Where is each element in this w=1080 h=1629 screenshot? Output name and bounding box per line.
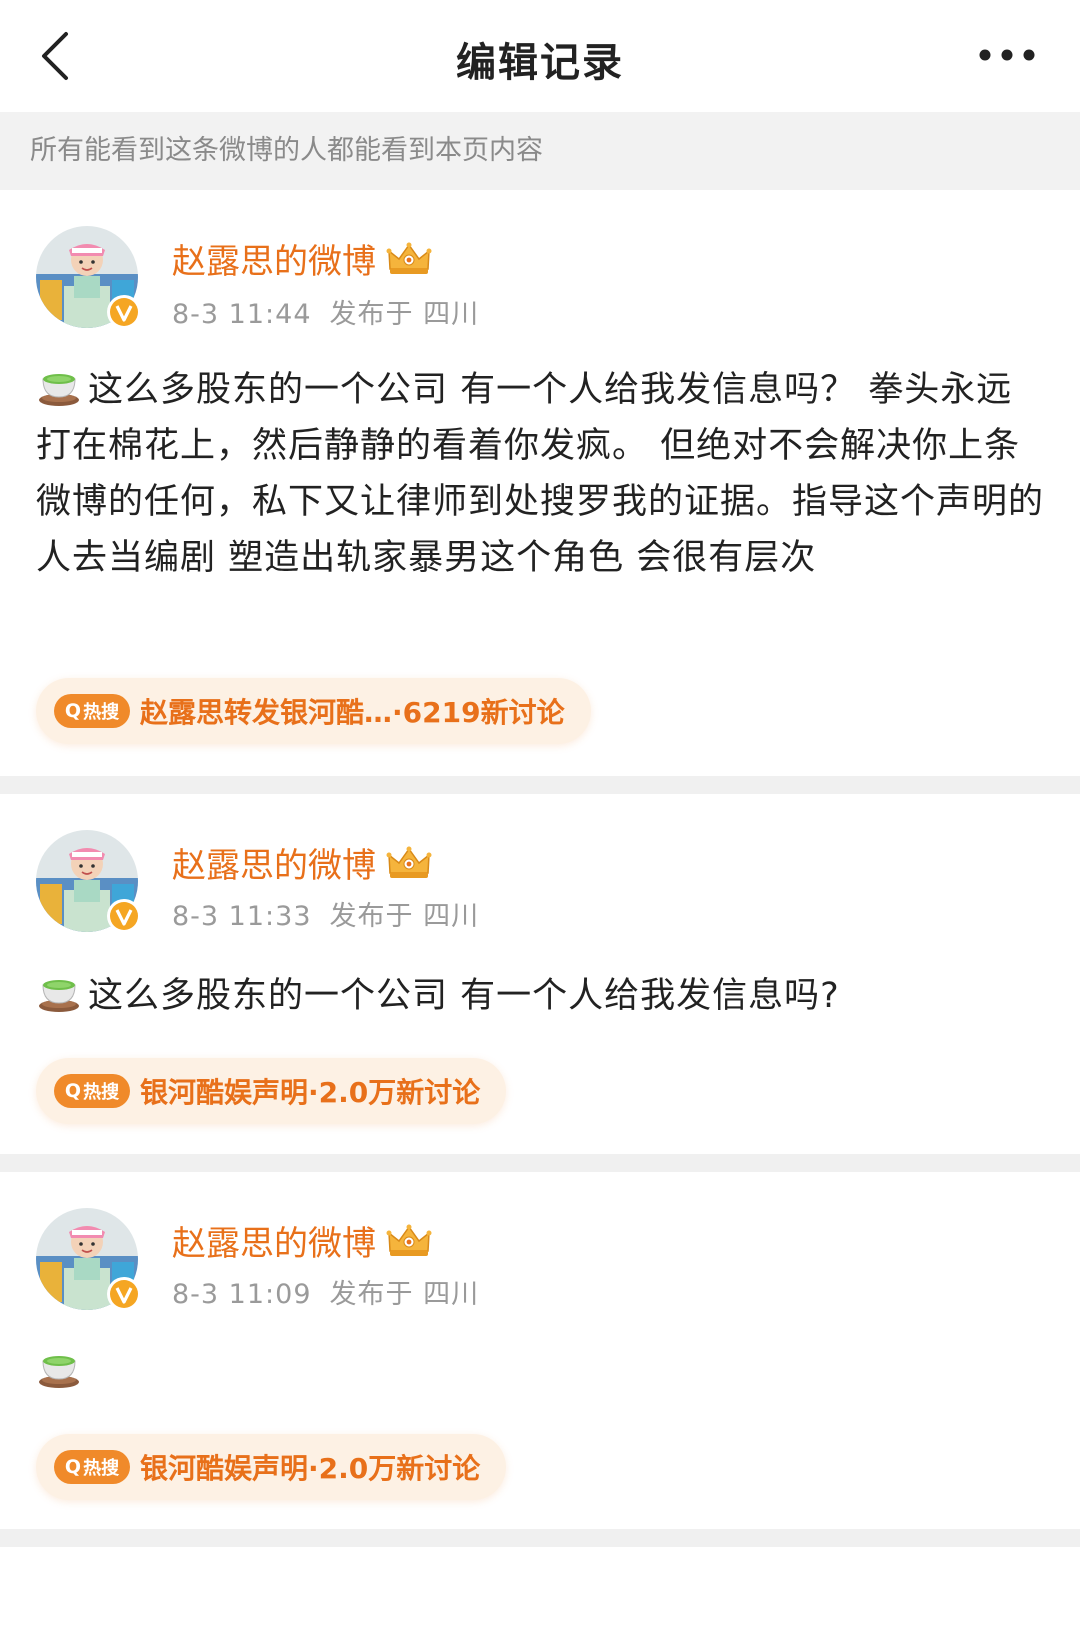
more-horizontal-icon [979,49,1035,61]
username-label: 赵露思的微博 [172,1224,376,1264]
hot-search-badge: Q 热搜 [54,1450,130,1484]
more-button[interactable] [962,30,1052,80]
username[interactable]: 赵露思的微博 [172,1216,432,1265]
post-body: 这么多股东的一个公司 有一个人给我发信息吗？ 拳头永远打在棉花上，然后静静的看着… [36,370,1045,578]
entry-separator [0,776,1080,794]
hot-topic: 银河酷娱声明 [140,1076,309,1109]
post-meta: 8-3 11:33 发布于 四川 [172,894,479,933]
page-title: 编辑记录 [456,40,624,86]
visibility-notice: 所有能看到这条微博的人都能看到本页内容 [0,112,1080,190]
verified-badge-icon [106,898,142,934]
post-meta: 8-3 11:44 发布于 四川 [172,292,479,331]
hot-discussion-count: ·6219新讨论 [392,696,565,729]
hot-search-badge: Q 热搜 [54,694,130,728]
avatar[interactable] [36,1208,138,1310]
tea-icon [36,363,82,409]
hot-badge-label: 热搜 [83,702,120,723]
hot-search-badge: Q 热搜 [54,1074,130,1108]
crown-icon [386,1223,432,1259]
post-time: 8-3 11:44 [172,299,312,330]
edit-record-entry: 赵露思的微博 8-3 11:44 发布于 四川 这么多股东的一个公司 有一个人给我… [0,190,1080,776]
search-icon: Q [64,1456,82,1478]
post-body: 这么多股东的一个公司 有一个人给我发信息吗? [88,976,840,1016]
hot-search-chip[interactable]: Q 热搜 赵露思转发银河酷… ·6219新讨论 [36,678,591,744]
hot-search-chip[interactable]: Q 热搜 银河酷娱声明 ·2.0万新讨论 [36,1434,507,1500]
post-text: 这么多股东的一个公司 有一个人给我发信息吗? [36,968,1046,1024]
post-meta: 8-3 11:09 发布于 四川 [172,1272,479,1311]
avatar[interactable] [36,226,138,328]
hot-discussion-count: ·2.0万新讨论 [308,1452,481,1485]
entry-separator [0,1529,1080,1547]
crown-icon [386,845,432,881]
tea-icon [36,969,82,1015]
post-text: 这么多股东的一个公司 有一个人给我发信息吗？ 拳头永远打在棉花上，然后静静的看着… [36,362,1046,586]
username[interactable]: 赵露思的微博 [172,234,432,283]
edit-record-entry: 赵露思的微博 8-3 11:33 发布于 四川 这么多股东的一个公司 有一个人给我… [0,794,1080,1154]
crown-icon [386,241,432,277]
username[interactable]: 赵露思的微博 [172,838,432,887]
post-text [36,1344,1046,1400]
hot-discussion-count: ·2.0万新讨论 [308,1076,481,1109]
search-icon: Q [64,700,82,722]
hot-topic: 银河酷娱声明 [140,1452,309,1485]
top-navbar: 编辑记录 [0,0,1080,112]
search-icon: Q [64,1080,82,1102]
post-location: 发布于 四川 [329,1279,480,1310]
verified-badge-icon [106,1276,142,1312]
verified-badge-icon [106,294,142,330]
hot-badge-label: 热搜 [83,1458,120,1479]
avatar[interactable] [36,830,138,932]
hot-topic: 赵露思转发银河酷… [140,696,393,729]
post-location: 发布于 四川 [329,299,480,330]
edit-record-entry: 赵露思的微博 8-3 11:09 发布于 四川 Q 热搜 银河酷娱声明 ·2.0万新… [0,1172,1080,1529]
username-label: 赵露思的微博 [172,242,376,282]
hot-badge-label: 热搜 [83,1082,120,1103]
entry-separator [0,1154,1080,1172]
hot-search-chip[interactable]: Q 热搜 银河酷娱声明 ·2.0万新讨论 [36,1058,507,1124]
post-time: 8-3 11:09 [172,1279,312,1310]
username-label: 赵露思的微博 [172,846,376,886]
post-time: 8-3 11:33 [172,901,312,932]
tea-icon [36,1345,82,1391]
post-location: 发布于 四川 [329,901,480,932]
